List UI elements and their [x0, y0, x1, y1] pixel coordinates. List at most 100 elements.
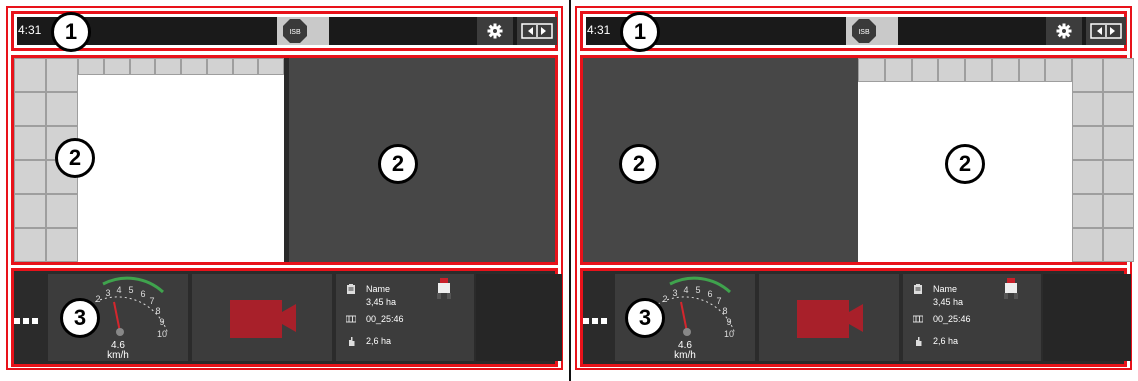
- softkey[interactable]: [965, 58, 992, 82]
- softkey[interactable]: [14, 160, 46, 194]
- secondary-work-view[interactable]: [289, 58, 555, 262]
- job-area: 3,45 ha: [933, 297, 964, 307]
- more-dots-icon[interactable]: [14, 318, 38, 324]
- tick-label: 9: [726, 317, 731, 327]
- clipboard-icon: [347, 284, 355, 294]
- status-bar-section: 4:31 ISB 1: [580, 11, 1127, 52]
- callout-badge-2: 2: [55, 138, 95, 178]
- gear-icon: [1056, 23, 1072, 39]
- speed-needle: [113, 301, 121, 333]
- softkey[interactable]: [46, 194, 78, 228]
- isb-icon[interactable]: ISB: [282, 18, 308, 44]
- job-info-tile[interactable]: Name 3,45 ha 00_25:46 2,6 ha: [903, 274, 1041, 361]
- softkey[interactable]: [232, 58, 259, 75]
- softkey[interactable]: [14, 194, 46, 228]
- left-layout-panel: 4:31 ISB 1 2 2 2 3 4 5 6 7 8 9 10 4.6 km…: [6, 6, 563, 370]
- callout-badge-3: 3: [60, 298, 100, 338]
- more-dots-icon[interactable]: [583, 318, 607, 324]
- status-bar: 4:31 ISB: [17, 17, 557, 45]
- status-bar: 4:31 ISB: [586, 17, 1126, 45]
- softkey[interactable]: [938, 58, 965, 82]
- isb-label: ISB: [858, 29, 870, 36]
- job-area: 3,45 ha: [366, 297, 397, 307]
- softkey[interactable]: [911, 58, 939, 82]
- softkey[interactable]: [858, 58, 885, 82]
- tick-label: 5: [128, 285, 133, 295]
- isb-label: ISB: [289, 29, 301, 36]
- isb-icon[interactable]: ISB: [851, 18, 877, 44]
- softkey[interactable]: [1103, 126, 1134, 160]
- tractor-icon: [437, 278, 451, 299]
- softkey[interactable]: [1072, 126, 1103, 160]
- clock-time: 4:31: [587, 23, 611, 37]
- softkey[interactable]: [1103, 228, 1134, 262]
- tractor-icon: [1004, 278, 1018, 299]
- callout-badge-3: 3: [625, 298, 665, 338]
- tick-label: 3: [672, 288, 677, 298]
- softkey[interactable]: [1103, 194, 1134, 228]
- softkey[interactable]: [181, 58, 207, 75]
- softkey[interactable]: [78, 58, 104, 75]
- swap-screens-icon: [521, 23, 553, 39]
- softkey[interactable]: [1072, 194, 1103, 228]
- settings-button[interactable]: [1046, 17, 1082, 45]
- softkey[interactable]: [884, 58, 912, 82]
- speed-unit: km/h: [674, 350, 696, 361]
- softkey[interactable]: [1072, 92, 1103, 126]
- job-name: Name: [933, 284, 958, 294]
- right-softkey-grid: [1072, 58, 1134, 262]
- job-time: 00_25:46: [366, 314, 404, 324]
- clipboard-icon: [914, 284, 922, 294]
- softkey[interactable]: [155, 58, 181, 75]
- softkey[interactable]: [14, 228, 46, 262]
- tick-label: 9: [159, 317, 164, 327]
- softkey[interactable]: [1072, 160, 1103, 194]
- softkey[interactable]: [14, 58, 46, 92]
- softkey[interactable]: [129, 58, 156, 75]
- settings-button[interactable]: [477, 17, 513, 45]
- softkey[interactable]: [991, 58, 1019, 82]
- dashboard-section: 2 3 4 5 6 7 8 9 10 4.6 km/h Name 3,45 ha…: [11, 268, 562, 367]
- top-softkey-strip: [78, 58, 284, 75]
- camera-tile[interactable]: [192, 274, 332, 361]
- job-name: Name: [366, 284, 391, 294]
- softkey[interactable]: [1103, 92, 1134, 126]
- tick-label: 10: [157, 329, 167, 339]
- swap-screens-button[interactable]: [1086, 17, 1126, 45]
- job-info-tile[interactable]: Name 3,45 ha 00_25:46 2,6 ha: [336, 274, 474, 361]
- worked-area: 2,6 ha: [366, 336, 392, 346]
- softkey[interactable]: [258, 58, 284, 75]
- camera-tile[interactable]: [759, 274, 899, 361]
- softkey[interactable]: [103, 58, 130, 75]
- callout-badge-2: 2: [945, 144, 985, 184]
- softkey[interactable]: [14, 126, 46, 160]
- softkey[interactable]: [1072, 58, 1103, 92]
- softkey[interactable]: [46, 92, 78, 126]
- softkey[interactable]: [1103, 58, 1134, 92]
- softkey[interactable]: [1103, 160, 1134, 194]
- dashboard-section: 2 3 4 5 6 7 8 9 10 4.6 km/h Name 3,45 ha…: [580, 268, 1131, 367]
- softkey[interactable]: [46, 228, 78, 262]
- counter-icon: [346, 315, 356, 323]
- empty-tile: [476, 274, 562, 361]
- tick-label: 4: [116, 285, 121, 295]
- softkey[interactable]: [1045, 58, 1072, 82]
- camera-icon: [230, 300, 296, 338]
- softkey[interactable]: [1018, 58, 1046, 82]
- counter-icon: [913, 315, 923, 323]
- callout-badge-2: 2: [378, 144, 418, 184]
- job-time: 00_25:46: [933, 314, 971, 324]
- main-work-view[interactable]: [78, 75, 284, 262]
- speed-needle: [680, 301, 688, 333]
- swap-screens-button[interactable]: [517, 17, 557, 45]
- swap-screens-icon: [1090, 23, 1122, 39]
- tick-label: 2: [95, 294, 100, 304]
- work-area-section: 2 2: [11, 55, 558, 265]
- softkey[interactable]: [14, 92, 46, 126]
- tick-label: 4: [683, 285, 688, 295]
- softkey[interactable]: [46, 58, 78, 92]
- softkey[interactable]: [1072, 228, 1103, 262]
- gear-icon: [487, 23, 503, 39]
- callout-badge-1: 1: [620, 12, 660, 52]
- softkey[interactable]: [206, 58, 233, 75]
